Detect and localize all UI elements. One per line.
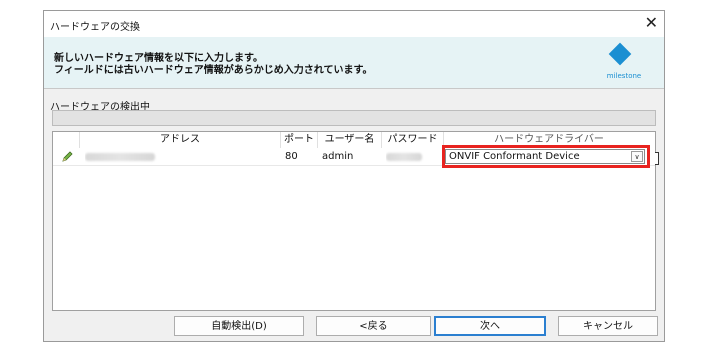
next-button[interactable]: 次へ xyxy=(434,316,546,336)
port-cell[interactable]: 80 xyxy=(285,148,317,165)
address-redacted xyxy=(85,153,155,161)
title-bar: ハードウェアの交換 ✕ xyxy=(44,11,664,37)
pencil-edit-icon xyxy=(62,151,73,162)
column-header-address[interactable]: アドレス xyxy=(80,132,281,148)
column-header-username[interactable]: ユーザー名 xyxy=(318,132,382,148)
password-cell[interactable] xyxy=(386,148,442,165)
hardware-grid[interactable]: アドレス ポート ユーザー名 パスワード ハードウェアドライバー 80 admi… xyxy=(52,131,659,311)
auto-detect-button[interactable]: 自動検出(D) xyxy=(174,316,304,336)
column-header-port[interactable]: ポート xyxy=(281,132,318,148)
password-redacted xyxy=(386,153,422,161)
cancel-button[interactable]: キャンセル xyxy=(558,316,658,336)
column-header-select xyxy=(53,132,80,148)
address-cell[interactable] xyxy=(85,148,275,165)
driver-highlight-box xyxy=(442,145,650,168)
milestone-logo: milestone xyxy=(590,42,654,84)
milestone-logo-icon xyxy=(608,42,632,66)
grid-scroll-button[interactable] xyxy=(655,152,659,165)
detect-progress-bar xyxy=(52,110,656,126)
milestone-logo-text: milestone xyxy=(606,72,642,80)
replace-hardware-dialog: ハードウェアの交換 ✕ 新しいハードウェア情報を以下に入力します。 フィールドに… xyxy=(43,10,665,342)
username-cell[interactable]: admin xyxy=(322,148,380,165)
back-button[interactable]: <戻る xyxy=(316,316,431,336)
header-instruction-line2: フィールドには古いハードウェア情報があらかじめ入力されています。 xyxy=(54,65,373,76)
window-title: ハードウェアの交換 xyxy=(50,22,140,33)
table-row[interactable]: 80 admin ONVIF Conformant Device ∨ xyxy=(53,145,655,168)
header-panel: 新しいハードウェア情報を以下に入力します。 フィールドには古いハードウェア情報が… xyxy=(44,37,664,89)
close-icon[interactable]: ✕ xyxy=(645,14,658,32)
column-header-password[interactable]: パスワード xyxy=(382,132,444,148)
